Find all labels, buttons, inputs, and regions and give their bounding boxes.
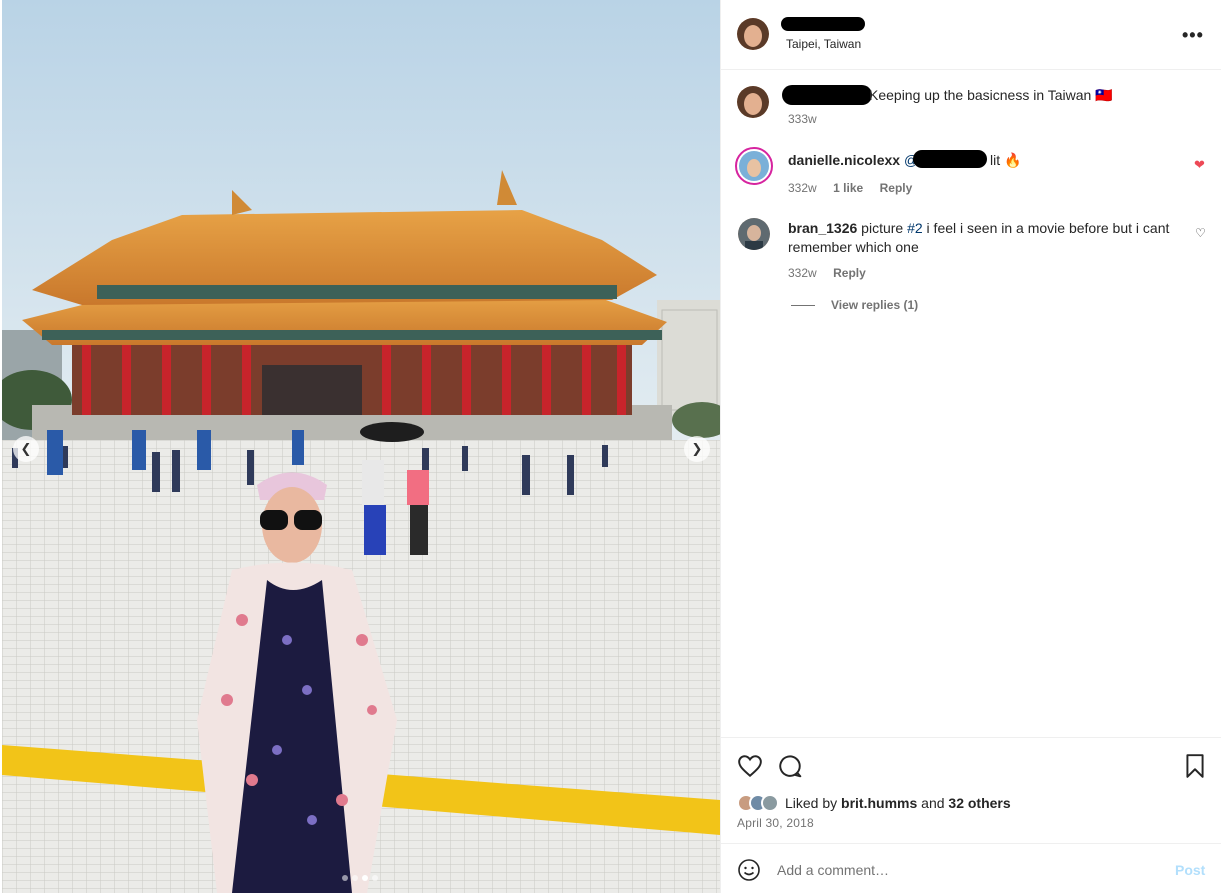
- post-photo: ❮ ❯: [2, 0, 720, 893]
- comment-text: lit 🔥: [990, 152, 1022, 168]
- liker-username[interactable]: brit.humms: [841, 795, 917, 811]
- comment-timestamp[interactable]: 332w: [788, 266, 817, 280]
- caption-username-redacted[interactable]: [782, 85, 872, 105]
- likes-middle: and: [917, 795, 949, 811]
- carousel-indicator: [342, 875, 378, 881]
- comment-username[interactable]: bran_1326: [788, 220, 857, 236]
- chevron-left-icon: ❮: [20, 441, 32, 456]
- heart-filled-icon[interactable]: ❤: [1194, 157, 1205, 173]
- post-button[interactable]: Post: [1175, 862, 1205, 878]
- comment-body: bran_1326 picture #2 i feel i seen in a …: [788, 219, 1188, 257]
- mention-redacted[interactable]: [913, 150, 987, 168]
- heart-outline-icon[interactable]: [737, 753, 763, 779]
- carousel-dot: [342, 875, 348, 881]
- others-count[interactable]: 32 others: [948, 795, 1010, 811]
- comment-likes-count[interactable]: 1 like: [833, 181, 863, 195]
- post-header: Taipei, Taiwan •••: [721, 0, 1221, 70]
- post-side-panel: Taipei, Taiwan ••• Keeping up the basicn…: [720, 0, 1221, 893]
- post-location[interactable]: Taipei, Taiwan: [786, 37, 861, 51]
- post-date[interactable]: April 30, 2018: [737, 816, 814, 830]
- author-avatar[interactable]: [737, 18, 769, 50]
- author-username-redacted[interactable]: [781, 17, 865, 31]
- comment-meta: 332w 1 like Reply: [788, 179, 912, 197]
- view-replies-button[interactable]: View replies (1): [791, 298, 918, 312]
- next-photo-button[interactable]: ❯: [684, 436, 710, 462]
- bookmark-icon[interactable]: [1182, 753, 1208, 779]
- caption-timestamp[interactable]: 333w: [788, 112, 817, 126]
- author-avatar[interactable]: [737, 86, 769, 118]
- likes-prefix: Liked by: [785, 795, 842, 811]
- heart-outline-icon[interactable]: ♡: [1195, 226, 1206, 240]
- likes-summary: Liked by brit.humms and 32 others: [737, 794, 1011, 812]
- reply-button[interactable]: Reply: [880, 181, 913, 195]
- comment-bubble-icon[interactable]: [777, 753, 803, 779]
- previous-photo-button[interactable]: ❮: [13, 436, 39, 462]
- view-replies-label: View replies (1): [831, 298, 919, 312]
- comment-meta: 332w Reply: [788, 264, 866, 282]
- commenter-avatar[interactable]: [738, 218, 770, 250]
- comment-text-part: picture: [861, 220, 908, 236]
- carousel-dot-active: [362, 875, 368, 881]
- caption-text: Keeping up the basicness in Taiwan 🇹🇼: [869, 87, 1113, 103]
- commenter-avatar[interactable]: [735, 147, 773, 185]
- chevron-right-icon: ❯: [691, 441, 703, 456]
- liker-avatar: [761, 794, 779, 812]
- carousel-dot: [352, 875, 358, 881]
- likes-text: Liked by brit.humms and 32 others: [785, 795, 1011, 811]
- comment-username[interactable]: danielle.nicolexx: [788, 152, 900, 168]
- carousel-dot: [372, 875, 378, 881]
- comment-timestamp[interactable]: 332w: [788, 181, 817, 195]
- more-options-icon[interactable]: •••: [1182, 25, 1204, 46]
- add-comment-bar: Add a comment… Post: [721, 843, 1221, 893]
- reply-button[interactable]: Reply: [833, 266, 866, 280]
- photo-illustration: [2, 0, 720, 893]
- divider-line: [791, 304, 815, 306]
- post-actions: Liked by brit.humms and 32 others April …: [721, 737, 1221, 843]
- emoji-smile-icon[interactable]: [737, 858, 761, 882]
- comment-body: danielle.nicolexx @: [788, 152, 918, 168]
- comment-hashtag[interactable]: #2: [907, 220, 923, 236]
- comment-input[interactable]: Add a comment…: [777, 862, 889, 878]
- post-dialog: ❮ ❯ Taipei, Taiwan ••• Keeping up the ba…: [0, 0, 1221, 893]
